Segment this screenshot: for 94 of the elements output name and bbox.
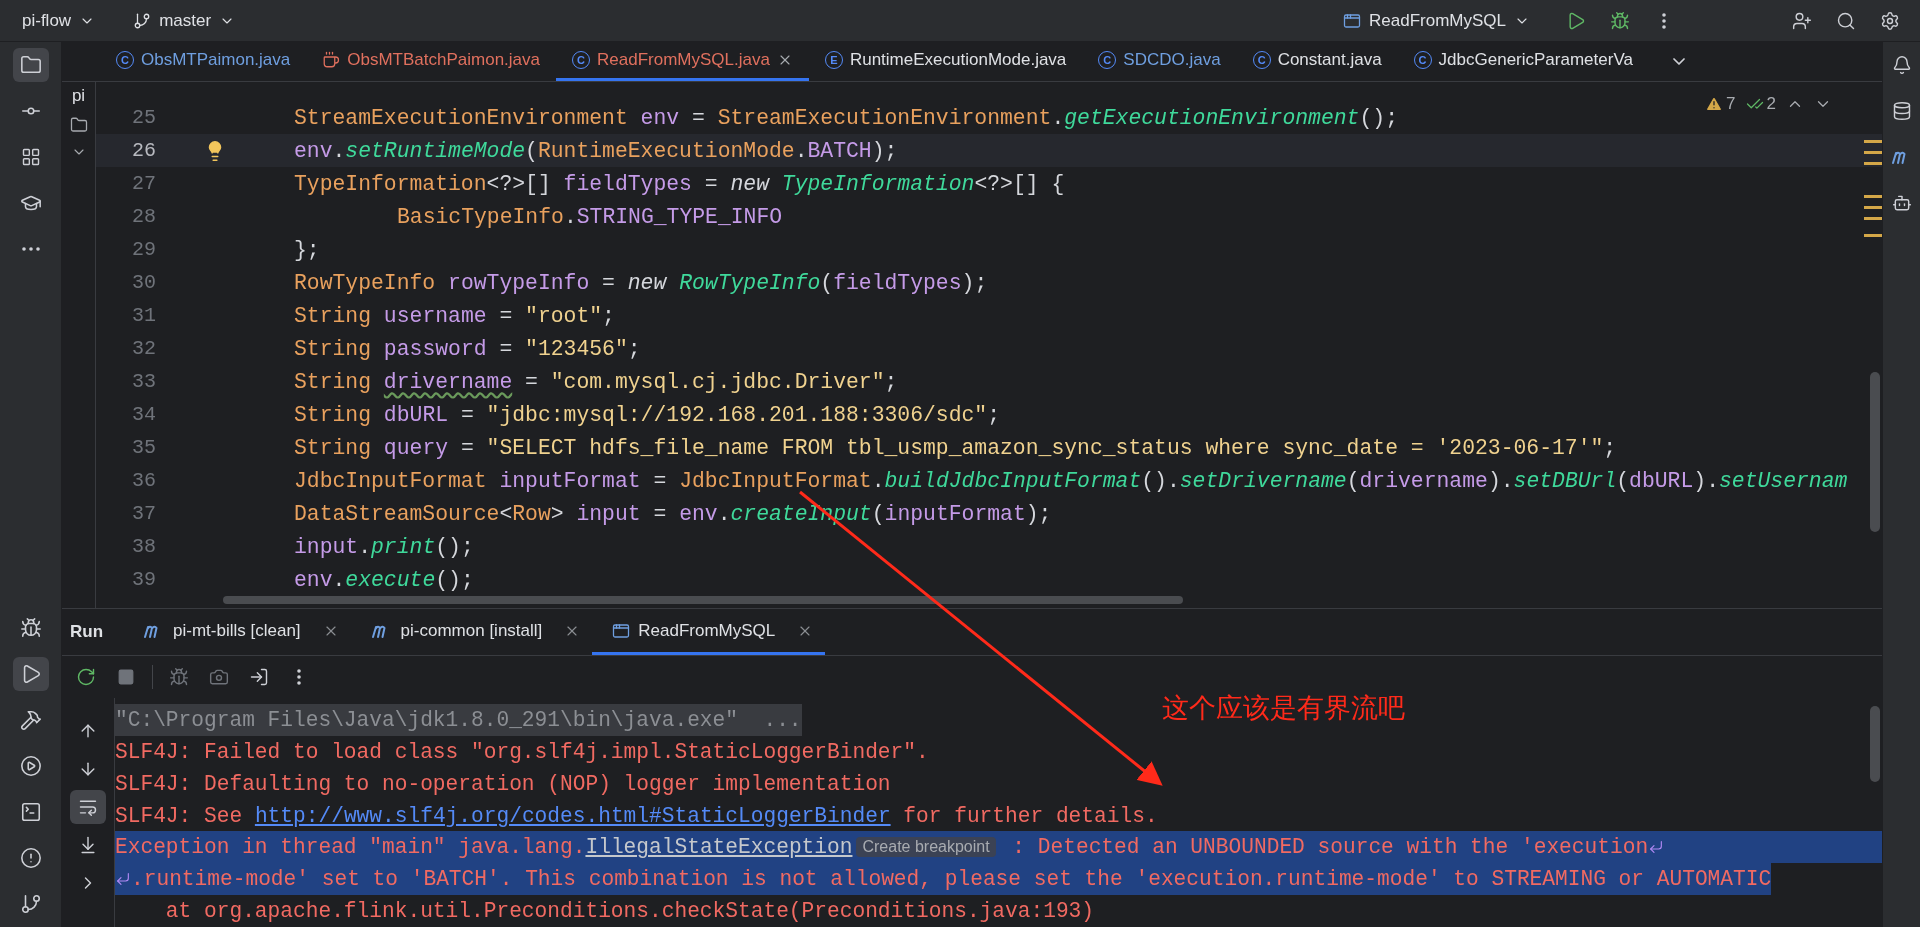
code-line: };: [294, 237, 320, 262]
project-name: pi: [71, 86, 86, 106]
bug-icon: [1610, 10, 1630, 31]
project-tool-button[interactable]: [12, 48, 49, 82]
code-line: RowTypeInfo rowTypeInfo = new RowTypeInfo(fieldTypes);: [294, 270, 988, 295]
window-icon: [1343, 11, 1361, 30]
folder-icon: [69, 116, 88, 134]
editor-tab[interactable]: C Constant.java: [1236, 42, 1398, 81]
hammer-icon: [19, 709, 42, 731]
code-line: StreamExecutionEnvironment env = StreamExecutionEnvironment.getExecutionEnvironment();: [294, 105, 1398, 130]
coffee-cup-icon: [322, 51, 341, 69]
add-user-icon: [1792, 10, 1812, 31]
code-line: String dbURL = "jdbc:mysql://192.168.201.188:3306/sdc";: [294, 402, 1001, 427]
rerun-icon: [76, 667, 96, 687]
search-icon: [1836, 10, 1856, 31]
line-number: 31: [131, 304, 156, 327]
more-icon: [297, 669, 301, 685]
code-line: JdbcInputFormat inputFormat = JdbcInputFormat.buildJdbcInputFormat().setDrivername(drivername).setDBUrl(dbURL).setUsernam: [294, 468, 1848, 493]
code-line: env.execute();: [294, 567, 474, 592]
scrollbar-thumb[interactable]: [1870, 706, 1880, 782]
more-icon: [21, 247, 40, 251]
run-tab[interactable]: pi-common [install]: [350, 609, 593, 655]
window-icon: [612, 621, 631, 640]
code-line: String username = "root";: [294, 303, 615, 328]
code-line: String password = "123456";: [294, 336, 641, 361]
bug-icon: [19, 617, 42, 639]
line-number: 35: [131, 436, 156, 459]
code-line: String drivername = "com.mysql.cj.jdbc.Driver";: [294, 369, 898, 394]
code-line: BasicTypeInfo.STRING_TYPE_INFO: [396, 204, 783, 229]
line-number: 26: [131, 139, 156, 162]
editor-tab[interactable]: ObsMTBatchPaimon.java: [306, 42, 557, 81]
line-number: 28: [131, 205, 156, 228]
branch-icon: [133, 11, 152, 30]
line-number: 37: [131, 502, 156, 525]
grid-icon: [20, 147, 41, 167]
editor-tab[interactable]: E RuntimeExecutionMode.java: [808, 42, 1083, 81]
create-breakpoint-hint[interactable]: Create breakpoint: [856, 837, 996, 858]
console-line: SLF4J: See http://www.slf4j.org/codes.html#StaticLoggerBinder for further details.: [115, 802, 1158, 830]
line-number: 32: [131, 337, 156, 360]
line-number: 34: [131, 403, 156, 426]
code-line: String query = "SELECT hdfs_file_name FROM tbl_usmp_amazon_sync_status where sync_date = '2023-06-17'";: [294, 435, 1617, 460]
terminal-icon: [19, 801, 42, 823]
run-tab[interactable]: pi-mt-bills [clean]: [123, 609, 351, 655]
soft-wrap-button[interactable]: [70, 790, 106, 824]
line-number: 25: [131, 106, 156, 129]
more-icon: [1662, 12, 1666, 29]
editor-tab[interactable]: C JdbcGenericParameterVa: [1397, 42, 1649, 81]
line-number: 39: [131, 568, 156, 591]
warnings-count[interactable]: 7: [1705, 94, 1736, 114]
branch-icon: [19, 893, 42, 915]
branch-selector[interactable]: master: [127, 6, 242, 35]
folder-icon: [19, 54, 42, 76]
bug-icon: [169, 667, 189, 687]
exception-link[interactable]: IllegalStateException: [585, 835, 853, 860]
project-selector[interactable]: pi-flow: [16, 6, 102, 35]
chevron-down-icon: [1672, 58, 1685, 65]
line-number: 30: [131, 271, 156, 294]
scrollbar-thumb[interactable]: [1870, 372, 1880, 532]
code-line: input.print();: [294, 534, 474, 559]
console-line: at org.apache.flink.util.Preconditions.checkState(Preconditions.java:193): [164, 898, 1095, 926]
line-number: 29: [131, 238, 156, 261]
database-icon: [1891, 101, 1912, 121]
wrap-icon: [78, 797, 98, 817]
weak-warnings-count[interactable]: 2: [1745, 94, 1776, 114]
camera-icon: [209, 667, 229, 687]
line-number: 38: [131, 535, 156, 558]
alert-icon: [19, 847, 42, 869]
wrap-icon: [115, 871, 131, 888]
annotation-note: 这个应该是有界流吧: [1162, 691, 1405, 725]
code-line: TypeInformation<?>[] fieldTypes = new TypeInformation<?>[] {: [294, 171, 1065, 196]
wrap-icon: [1648, 839, 1665, 856]
run-tool-button[interactable]: [12, 657, 49, 691]
run-configuration-selector[interactable]: ReadFromMySQL: [1337, 6, 1536, 35]
editor-tab[interactable]: C ReadFromMySQL.java: [556, 42, 809, 81]
console-link[interactable]: http://www.slf4j.org/codes.html#StaticLoggerBinder: [254, 803, 891, 828]
play-icon: [1566, 10, 1586, 31]
horizontal-scrollbar-thumb[interactable]: [223, 596, 1183, 604]
bell-icon: [1891, 55, 1912, 75]
code-line: env.setRuntimeMode(RuntimeExecutionMode.BATCH);: [294, 138, 898, 163]
line-number: 33: [131, 370, 156, 393]
console-line: SLF4J: Defaulting to no-operation (NOP) logger implementation: [115, 770, 891, 798]
arrow-to-line-icon: [78, 835, 98, 855]
stop-icon: [117, 668, 135, 686]
enter-icon: [249, 667, 269, 687]
line-number: 36: [131, 469, 156, 492]
run-panel-title: Run: [69, 622, 105, 642]
console-line: SLF4J: Failed to load class "org.slf4j.impl.StaticLoggerBinder".: [115, 738, 929, 766]
editor-tab[interactable]: C ObsMTPaimon.java: [100, 42, 307, 81]
robot-icon: [1891, 193, 1912, 213]
play-circle-icon: [19, 755, 42, 777]
settings-icon: [1880, 10, 1900, 31]
line-number: 27: [131, 172, 156, 195]
run-tab[interactable]: ReadFromMySQL: [592, 609, 826, 655]
editor-tab[interactable]: C SDCDO.java: [1082, 42, 1237, 81]
